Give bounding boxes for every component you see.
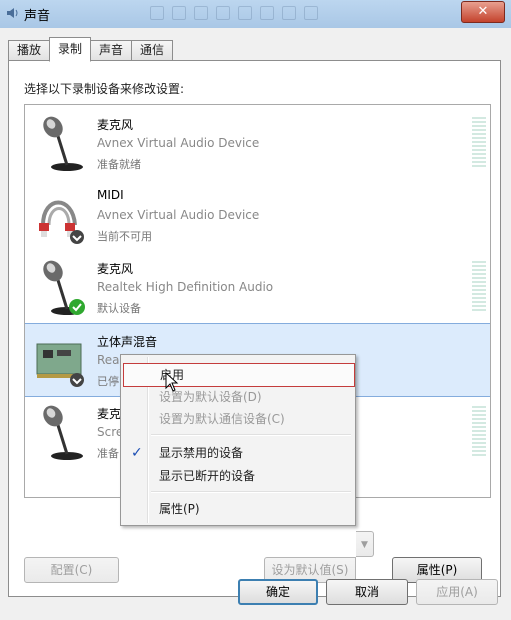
device-name: MIDI xyxy=(97,188,124,202)
menu-item-show-disconnected[interactable]: 显示已断开的设备 xyxy=(123,465,353,487)
device-status: 准备 xyxy=(97,447,119,460)
checkmark-icon: ✓ xyxy=(131,445,143,461)
device-status: 准备就绪 xyxy=(97,158,141,171)
level-meter xyxy=(472,406,486,456)
mouse-cursor-icon xyxy=(165,372,179,392)
device-status: 当前不可用 xyxy=(97,230,152,243)
context-menu: 启用 设置为默认设备(D) 设置为默认通信设备(C) ✓ 显示禁用的设备 显示已… xyxy=(120,354,356,526)
device-name: 麦克 xyxy=(97,407,122,421)
set-default-dropdown-arrow[interactable]: ▼ xyxy=(356,531,374,557)
list-item[interactable]: 麦克风 Avnex Virtual Audio Device 准备就绪 xyxy=(25,107,490,179)
cancel-button[interactable]: 取消 xyxy=(326,579,408,605)
device-name: 立体声混音 xyxy=(97,335,158,349)
device-status: 已停 xyxy=(97,375,119,388)
microphone-icon xyxy=(43,260,85,315)
menu-separator xyxy=(151,491,351,493)
tab-communications[interactable]: 通信 xyxy=(131,40,174,60)
tab-sounds[interactable]: 声音 xyxy=(90,40,133,60)
speaker-icon xyxy=(7,8,18,18)
menu-item-set-default[interactable]: 设置为默认设备(D) xyxy=(123,386,353,408)
apply-button[interactable]: 应用(A) xyxy=(416,579,498,605)
background-toolbar xyxy=(150,3,390,23)
tab-strip: 播放 录制 声音 通信 xyxy=(8,37,174,62)
tab-recording[interactable]: 录制 xyxy=(49,37,92,62)
close-button[interactable]: ✕ xyxy=(461,1,505,23)
device-status: 默认设备 xyxy=(97,302,141,315)
device-driver: Realtek High Definition Audio xyxy=(97,280,274,294)
menu-item-enable[interactable]: 启用 xyxy=(123,363,355,387)
midi-cable-icon xyxy=(39,200,84,244)
microphone-icon xyxy=(43,405,83,460)
device-name: 麦克风 xyxy=(97,262,134,276)
ok-button[interactable]: 确定 xyxy=(238,579,318,605)
level-meter xyxy=(472,117,486,167)
device-driver: Avnex Virtual Audio Device xyxy=(97,208,260,222)
tab-playback[interactable]: 播放 xyxy=(8,40,51,60)
menu-item-show-disabled[interactable]: ✓ 显示禁用的设备 xyxy=(123,442,353,464)
menu-item-set-default-comm[interactable]: 设置为默认通信设备(C) xyxy=(123,408,353,430)
level-meter xyxy=(472,261,486,311)
list-item[interactable]: MIDI Avnex Virtual Audio Device 当前不可用 xyxy=(25,179,490,251)
title-bar: 声音 ✕ xyxy=(0,0,511,29)
device-driver: Avnex Virtual Audio Device xyxy=(97,136,260,150)
menu-separator xyxy=(151,434,351,436)
device-driver: Rea xyxy=(97,353,120,367)
sound-card-icon xyxy=(36,343,84,387)
sound-dialog: 播放 录制 声音 通信 选择以下录制设备来修改设置: 麦克风 Avnex Vir… xyxy=(0,28,511,620)
menu-item-properties[interactable]: 属性(P) xyxy=(123,498,353,520)
configure-button[interactable]: 配置(C) xyxy=(24,557,119,583)
microphone-icon xyxy=(43,116,83,171)
instruction-text: 选择以下录制设备来修改设置: xyxy=(24,82,185,96)
device-name: 麦克风 xyxy=(97,118,134,132)
window-title: 声音 xyxy=(24,9,51,24)
list-item[interactable]: 麦克风 Realtek High Definition Audio 默认设备 xyxy=(25,251,490,323)
